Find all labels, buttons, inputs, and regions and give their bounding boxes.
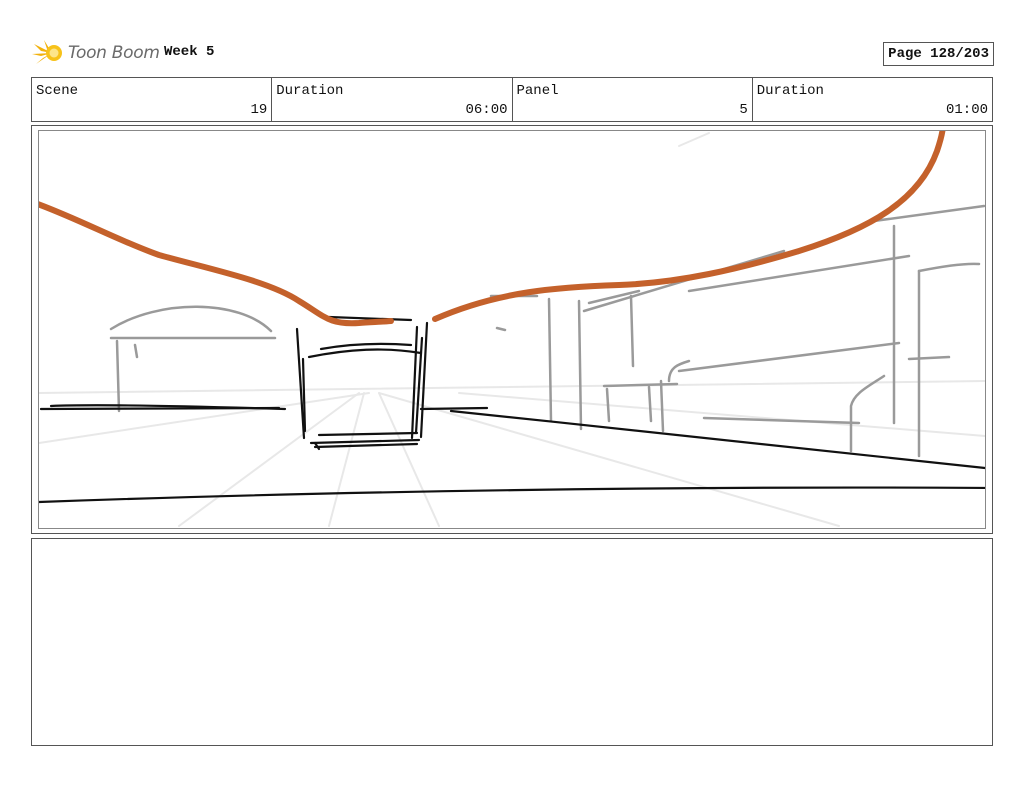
- panel-label: Panel: [516, 83, 559, 99]
- panel-notes-box: [31, 538, 993, 746]
- panel-duration-value: 01:00: [945, 102, 988, 118]
- right-building-sketch: [489, 204, 985, 458]
- orange-overhead-curve: [39, 131, 946, 327]
- page-number: Page 128/203: [883, 42, 994, 66]
- page-header: Toon Boom Week 5 Page 128/203: [32, 36, 994, 70]
- perspective-guides: [39, 132, 985, 527]
- panel-value: 5: [739, 102, 748, 118]
- panel-duration-label: Duration: [756, 83, 824, 99]
- logo-text: Toon Boom: [68, 43, 160, 63]
- truck-sketch: [295, 315, 429, 451]
- sketch-drawing: [39, 131, 985, 527]
- ground-lines-sketch: [39, 404, 985, 504]
- panel-info-row: Scene 19 Duration 06:00 Panel 5 Duration…: [31, 77, 993, 122]
- scene-duration-cell: Duration 06:00: [272, 78, 513, 121]
- storyboard-panel-image: [38, 130, 986, 529]
- scene-label: Scene: [36, 83, 79, 99]
- left-building-sketch: [109, 305, 277, 413]
- scene-duration-label: Duration: [276, 83, 344, 99]
- storyboard-panel-frame: [31, 125, 993, 534]
- scene-value: 19: [250, 102, 268, 118]
- scene-cell: Scene 19: [32, 78, 273, 121]
- sunburst-icon: [32, 40, 62, 64]
- panel-cell: Panel 5: [513, 78, 753, 121]
- document-title: Week 5: [164, 44, 215, 60]
- toon-boom-logo: Toon Boom: [32, 38, 160, 68]
- scene-duration-value: 06:00: [465, 102, 508, 118]
- panel-duration-cell: Duration 01:00: [753, 78, 992, 121]
